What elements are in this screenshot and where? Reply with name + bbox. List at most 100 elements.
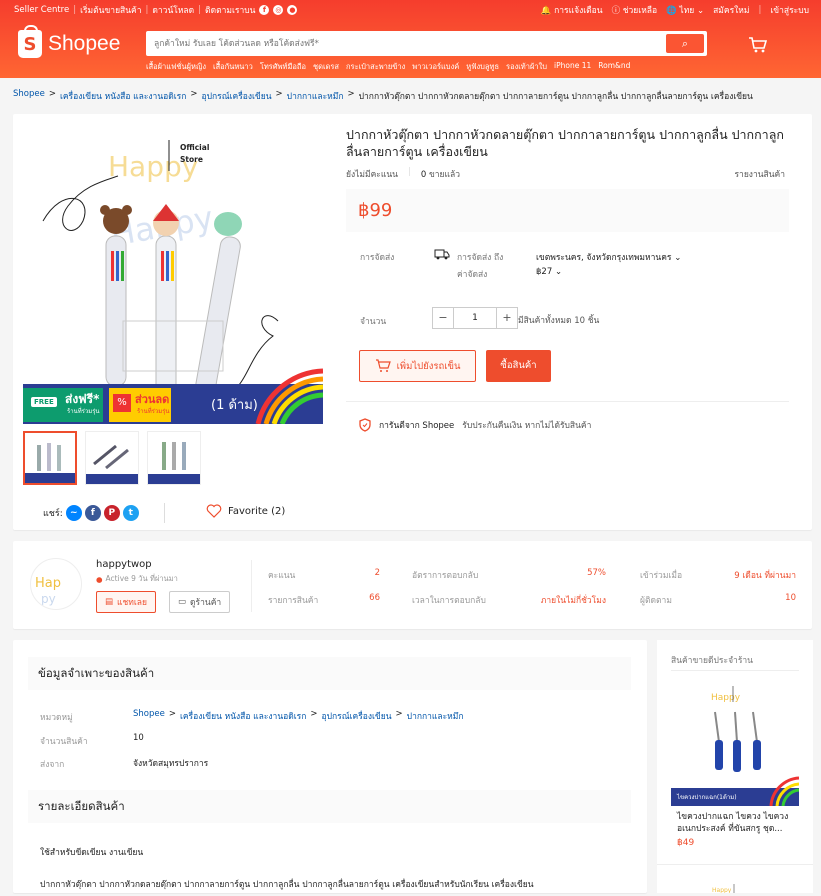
discount-sub: ร้านที่ร่วมรุ่น — [137, 408, 170, 415]
ship-cost-label: ค่าจัดส่ง — [457, 270, 488, 280]
free-badge: FREE — [31, 397, 57, 407]
keyword-link[interactable]: โทรศัพท์มือถือ — [260, 61, 306, 73]
chat-button[interactable]: ▤ แชทเลย — [96, 591, 156, 613]
keyword-link[interactable]: กระเป๋าสะพายข้าง — [346, 61, 405, 73]
search-button[interactable]: ⌕ — [666, 34, 704, 53]
free-ship-sub: ร้านที่ร่วมรุ่น — [67, 408, 100, 415]
notification-link[interactable]: 🔔 การแจ้งเตือน — [541, 3, 603, 17]
download-link[interactable]: ดาวน์โหลด — [152, 3, 194, 17]
thumbnail-2[interactable] — [85, 431, 139, 485]
sidebar-next-product-image[interactable]: Happy — [712, 884, 752, 894]
quantity-input[interactable]: 1 — [454, 307, 496, 329]
divider — [671, 670, 799, 671]
sidebar-product-image[interactable]: Happy ไขควงปากแฉก(1ด้าม) — [671, 678, 800, 807]
shop-stat: รายการสินค้า 66 — [268, 593, 380, 606]
breadcrumb-link[interactable]: อุปกรณ์เครื่องเขียน — [202, 89, 272, 103]
decrease-button[interactable]: − — [432, 307, 454, 329]
search-input[interactable] — [154, 36, 654, 51]
category-link[interactable]: เครื่องเขียน หนังสือ และงานอดิเรก — [180, 709, 306, 723]
signup-link[interactable]: สมัครใหม่ — [713, 3, 749, 17]
shipping-label: การจัดส่ง — [360, 253, 395, 263]
shopee-logo[interactable]: S Shopee — [18, 25, 121, 58]
breadcrumb-link[interactable]: เครื่องเขียน หนังสือ และงานอดิเรก — [60, 89, 186, 103]
report-link[interactable]: รายงานสินค้า — [734, 167, 785, 181]
thumbnail-1[interactable] — [23, 431, 77, 485]
category-link[interactable]: อุปกรณ์เครื่องเขียน — [322, 709, 392, 723]
shop-stat: ผู้ติดตาม 10 — [640, 593, 796, 606]
sold-count: 0 ขายแล้ว — [420, 170, 460, 180]
svg-text:py: py — [41, 592, 56, 606]
instagram-icon[interactable]: ◎ — [273, 5, 284, 15]
header: Seller Centre | เริ่มต้นขายสินค้า | ดาวน์โ… — [0, 0, 821, 78]
shield-icon — [359, 418, 371, 432]
svg-text:Hap: Hap — [35, 576, 61, 591]
product-title: ปากกาหัวตุ๊กตา ปากกาหัวกดลายตุ๊กตา ปากกา… — [346, 127, 784, 159]
thumbnail-3[interactable] — [147, 431, 201, 485]
heart-icon — [206, 504, 222, 518]
search-icon: ⌕ — [681, 37, 689, 50]
shop-icon: ▭ — [178, 597, 187, 607]
breadcrumb: Shopee > เครื่องเขียน หนังสือ และงานอดิเร… — [13, 89, 753, 103]
facebook-share-icon[interactable]: f — [84, 505, 101, 521]
language-select[interactable]: 🌐 ไทย ⌄ — [666, 3, 704, 17]
help-link[interactable]: ⓘ ช่วยเหลือ — [612, 3, 658, 17]
clock-icon: ● — [96, 574, 103, 584]
quantity-label: จำนวน — [360, 317, 387, 327]
ship-to-select[interactable]: เขตพระนคร, จังหวัดกรุงเทพมหานคร ⌄ — [536, 250, 681, 264]
keyword-link[interactable]: Rom&nd — [598, 61, 630, 73]
product-meta: ยังไม่มีคะแนน | 0 ขายแล้ว — [346, 167, 460, 180]
shop-name[interactable]: happytwop — [96, 559, 152, 570]
sidebar-heading: สินค้าขายดีประจำร้าน — [671, 656, 753, 666]
keyword-link[interactable]: พาวเวอร์แบงค์ — [412, 61, 459, 73]
category-link[interactable]: Shopee — [133, 709, 165, 723]
stock-label: จำนวนสินค้า — [40, 737, 88, 747]
line-icon[interactable]: ● — [287, 5, 298, 15]
keyword-link[interactable]: หูฟังบลูทูธ — [466, 61, 499, 73]
description-line: ปากกาหัวตุ๊กตา ปากกาหัวกดลายตุ๊กตา ปากกา… — [40, 880, 534, 890]
description-heading: รายละเอียดสินค้า — [28, 790, 631, 823]
shop-avatar[interactable]: Hap py — [30, 558, 82, 610]
truck-icon — [434, 248, 450, 263]
chevron-down-icon: ⌄ — [554, 267, 563, 277]
cart-icon[interactable] — [748, 36, 768, 59]
add-to-cart-button[interactable]: เพิ่มไปยังรถเข็น — [359, 350, 476, 382]
breadcrumb-link[interactable]: ปากกาและหมึก — [287, 89, 344, 103]
keyword-link[interactable]: เสื้อกันหนาว — [213, 61, 253, 73]
ship-cost-select[interactable]: ฿27 ⌄ — [536, 267, 562, 277]
sidebar-product-name[interactable]: ไขควงปากแฉก ไขควง ไขควงอเนกประสงค์ ที่ขั… — [677, 811, 799, 835]
svg-text:Happy: Happy — [712, 887, 732, 893]
share-row: แชร์: ~ f P t — [43, 505, 139, 521]
login-link[interactable]: เข้าสู่ระบบ — [770, 3, 809, 17]
keyword-link[interactable]: iPhone 11 — [554, 61, 591, 73]
keyword-link[interactable]: ชุดเดรส — [313, 61, 339, 73]
chevron-down-icon: ⌄ — [674, 253, 682, 263]
messenger-icon[interactable]: ~ — [65, 505, 82, 521]
increase-button[interactable]: + — [496, 307, 518, 329]
seller-centre-link[interactable]: Seller Centre — [14, 5, 69, 15]
category-link[interactable]: ปากกาและหมึก — [407, 709, 464, 723]
keyword-link[interactable]: เสื้อผ้าแฟชั่นผู้หญิง — [146, 61, 206, 73]
keyword-link[interactable]: รองเท้าผ้าใบ — [506, 61, 547, 73]
search-bar: ⌕ — [146, 31, 707, 56]
facebook-icon[interactable]: f — [259, 5, 270, 15]
rating-text: ยังไม่มีคะแนน — [346, 170, 398, 180]
pinterest-icon[interactable]: P — [103, 505, 120, 521]
specs-heading: ข้อมูลจำเพาะของสินค้า — [28, 657, 631, 690]
divider — [251, 560, 252, 612]
category-breadcrumb: Shopee > เครื่องเขียน หนังสือ และงานอดิเร… — [133, 709, 464, 723]
twitter-icon[interactable]: t — [122, 505, 139, 521]
buy-now-button[interactable]: ซื้อสินค้า — [486, 350, 551, 382]
view-shop-button[interactable]: ▭ ดูร้านค้า — [169, 591, 231, 613]
logo-text: Shopee — [48, 32, 121, 55]
cart-add-icon — [375, 359, 391, 372]
svg-text:Happy: Happy — [711, 693, 741, 703]
product-price: ฿99 — [358, 200, 393, 221]
favorite-label: Favorite (2) — [228, 505, 286, 517]
favorite-button[interactable]: Favorite (2) — [206, 504, 285, 518]
start-selling-link[interactable]: เริ่มต้นขายสินค้า — [80, 3, 141, 17]
quantity-stepper: − 1 + — [432, 307, 518, 329]
product-main-image[interactable]: Happy Happy OfficialStore FREE ส่งฟรี* ร… — [23, 126, 323, 424]
shop-stat: คะแนน 2 — [268, 568, 380, 581]
sidebar-banner-text: ไขควงปากแฉก(1ด้าม) — [677, 794, 737, 801]
breadcrumb-link[interactable]: Shopee — [13, 89, 45, 103]
